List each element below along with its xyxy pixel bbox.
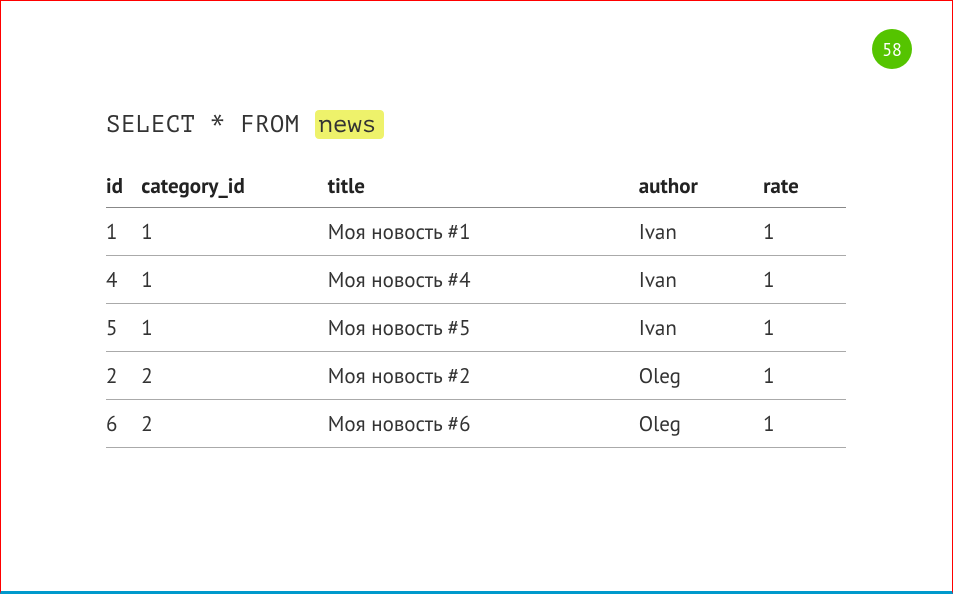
cell-title: Моя новость #6: [328, 400, 639, 448]
col-header-title: title: [328, 166, 639, 208]
col-header-rate: rate: [763, 166, 846, 208]
cell-id: 1: [106, 208, 141, 256]
cell-author: Oleg: [639, 400, 763, 448]
cell-category-id: 2: [141, 400, 328, 448]
cell-category-id: 1: [141, 256, 328, 304]
cell-rate: 1: [763, 208, 846, 256]
table-row: 6 2 Моя новость #6 Oleg 1: [106, 400, 846, 448]
sql-query-table-highlight: news: [315, 110, 385, 139]
table-row: 4 1 Моя новость #4 Ivan 1: [106, 256, 846, 304]
cell-author: Ivan: [639, 208, 763, 256]
table-row: 5 1 Моя новость #5 Ivan 1: [106, 304, 846, 352]
col-header-id: id: [106, 166, 141, 208]
cell-author: Ivan: [639, 256, 763, 304]
table-header-row: id category_id title author rate: [106, 166, 846, 208]
cell-category-id: 2: [141, 352, 328, 400]
cell-id: 2: [106, 352, 141, 400]
cell-title: Моя новость #5: [328, 304, 639, 352]
cell-title: Моя новость #4: [328, 256, 639, 304]
cell-category-id: 1: [141, 208, 328, 256]
cell-rate: 1: [763, 400, 846, 448]
sql-query: SELECT * FROM news: [106, 111, 852, 138]
cell-author: Oleg: [639, 352, 763, 400]
table-row: 2 2 Моя новость #2 Oleg 1: [106, 352, 846, 400]
cell-id: 5: [106, 304, 141, 352]
col-header-author: author: [639, 166, 763, 208]
result-table: id category_id title author rate 1 1 Моя…: [106, 166, 846, 448]
sql-query-prefix: SELECT * FROM: [106, 111, 315, 138]
page-number-badge: 58: [872, 29, 912, 69]
cell-title: Моя новость #1: [328, 208, 639, 256]
cell-category-id: 1: [141, 304, 328, 352]
cell-author: Ivan: [639, 304, 763, 352]
col-header-category-id: category_id: [141, 166, 328, 208]
cell-rate: 1: [763, 304, 846, 352]
table-row: 1 1 Моя новость #1 Ivan 1: [106, 208, 846, 256]
cell-rate: 1: [763, 352, 846, 400]
cell-rate: 1: [763, 256, 846, 304]
cell-id: 4: [106, 256, 141, 304]
cell-title: Моя новость #2: [328, 352, 639, 400]
cell-id: 6: [106, 400, 141, 448]
slide-content: SELECT * FROM news id category_id title …: [1, 1, 952, 448]
